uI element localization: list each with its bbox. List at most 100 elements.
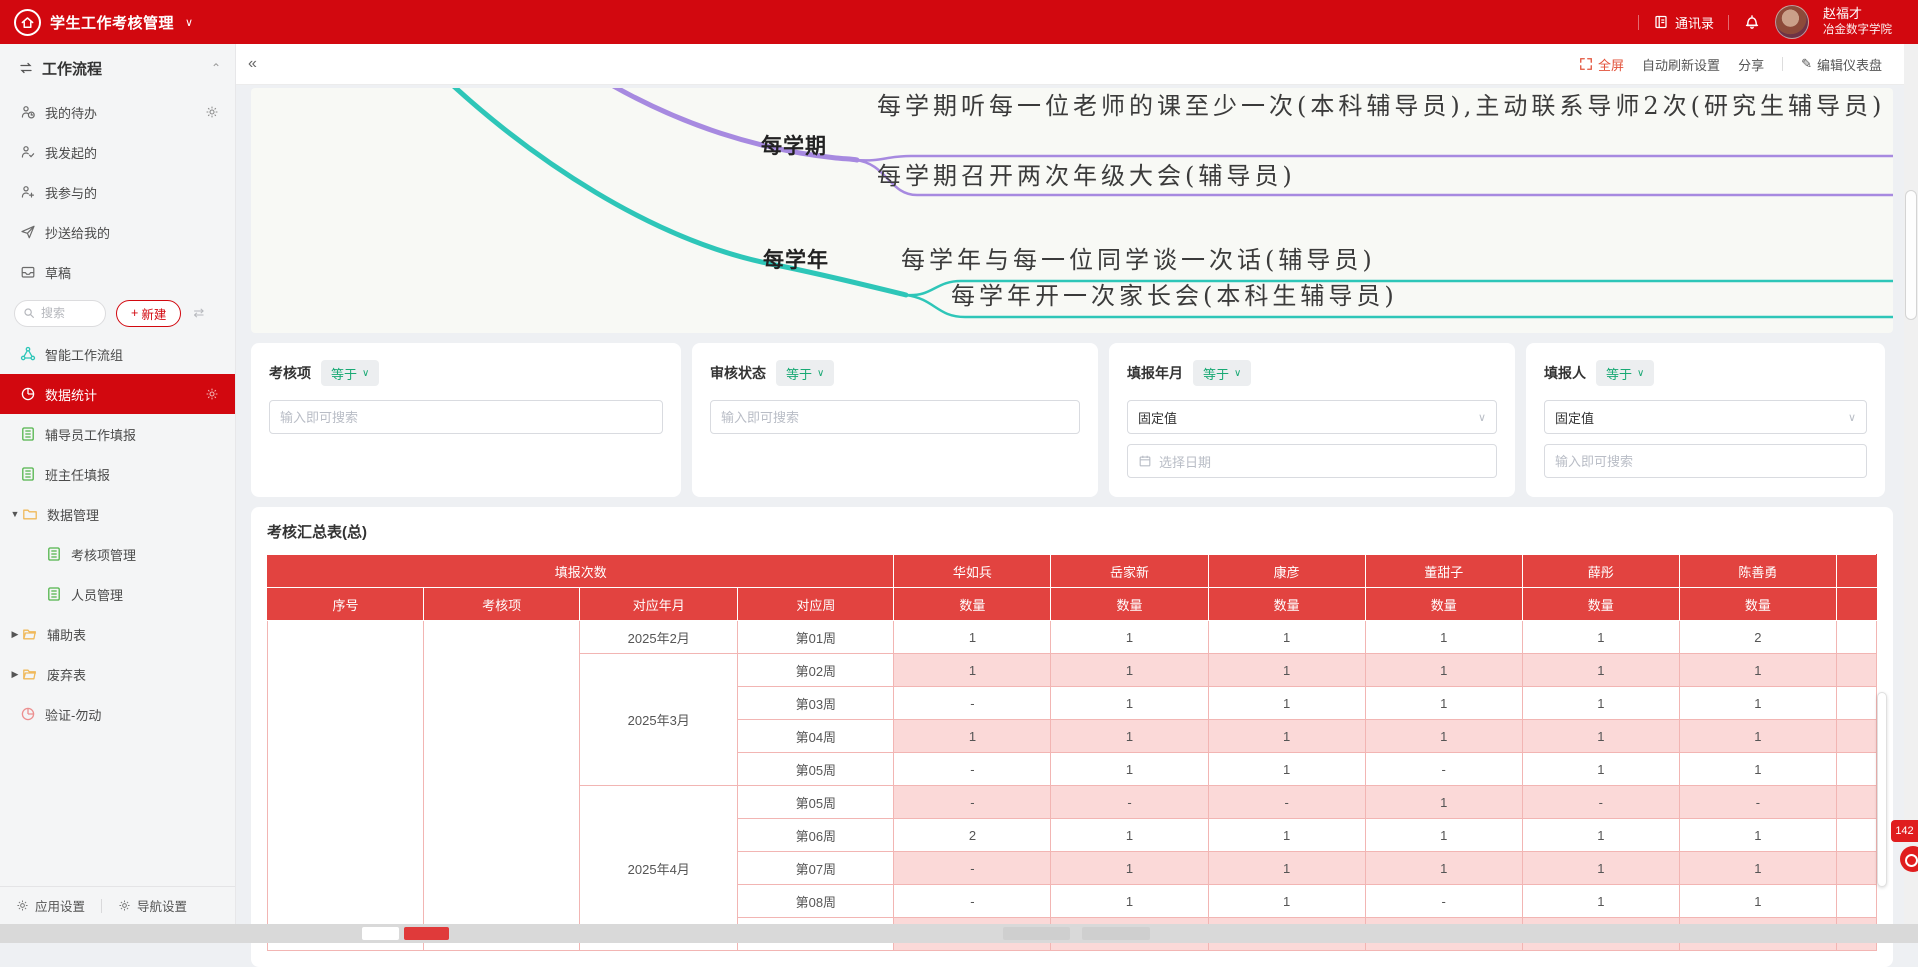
- bottom-scroll-strip[interactable]: [0, 924, 1918, 943]
- operator-dropdown[interactable]: 等于∨: [1193, 360, 1251, 386]
- qty-cell: 1: [1522, 621, 1679, 654]
- share-label: 分享: [1738, 55, 1764, 74]
- sidebar-item-cc-to-me[interactable]: 抄送给我的: [0, 212, 235, 252]
- mindmap-widget[interactable]: 每学期 每学年 每学期听每一位老师的课至少一次(本科辅导员),主动联系导师2次(…: [251, 88, 1893, 333]
- end-cell: [1836, 786, 1876, 819]
- sidebar-item-participated[interactable]: 我参与的: [0, 172, 235, 212]
- contacts-label: 通讯录: [1675, 13, 1714, 32]
- column-header-person: 董甜子: [1365, 555, 1522, 588]
- cutoff-button-red: [404, 927, 449, 940]
- sidebar-item-auxiliary-tables[interactable]: ▶ 辅助表: [0, 614, 235, 654]
- home-icon[interactable]: [14, 9, 41, 36]
- edit-dashboard-button[interactable]: ✎ 编辑仪表盘: [1801, 55, 1882, 74]
- qty-cell: -: [894, 753, 1051, 786]
- reporter-search-input[interactable]: [1544, 444, 1867, 478]
- sidebar-item-verification-do-not-touch[interactable]: 验证-勿动: [0, 694, 235, 734]
- cutoff-button-gray: [1082, 927, 1150, 940]
- date-placeholder: 选择日期: [1159, 452, 1211, 471]
- document-list-icon: [46, 546, 62, 562]
- qty-cell: 1: [1365, 621, 1522, 654]
- week-cell: 第08周: [738, 885, 894, 918]
- sidebar-item-data-statistics[interactable]: 数据统计: [0, 374, 235, 414]
- column-header-qty: 数量: [1051, 588, 1208, 621]
- sidebar-item-personnel-management[interactable]: 人员管理: [0, 574, 235, 614]
- sidebar-item-head-teacher-report[interactable]: 班主任填报: [0, 454, 235, 494]
- qty-cell: 1: [1522, 687, 1679, 720]
- end-cell: [1836, 852, 1876, 885]
- cutoff-button-white: [362, 927, 399, 940]
- chevron-down-icon: ∨: [1848, 411, 1856, 424]
- sidebar-item-label: 抄送给我的: [45, 223, 110, 242]
- column-header: 序号: [268, 588, 424, 621]
- qty-cell: 1: [1365, 654, 1522, 687]
- fullscreen-button[interactable]: 全屏: [1579, 55, 1624, 74]
- mindmap-leaf-text[interactable]: 每学期召开两次年级大会(辅导员): [877, 160, 1877, 193]
- nav-settings-button[interactable]: 导航设置: [102, 896, 203, 915]
- user-avatar[interactable]: [1775, 5, 1809, 39]
- qty-cell: 1: [1365, 720, 1522, 753]
- app-settings-button[interactable]: 应用设置: [0, 896, 101, 915]
- folder-icon: [22, 506, 38, 522]
- qty-cell: -: [1208, 786, 1365, 819]
- column-header-qty: 数量: [1679, 588, 1836, 621]
- notification-count-badge[interactable]: 142: [1891, 820, 1918, 842]
- workflow-swap-icon: [18, 60, 34, 76]
- week-cell: 第05周: [738, 786, 894, 819]
- app-title[interactable]: 学生工作考核管理: [50, 12, 174, 33]
- qty-cell: -: [894, 885, 1051, 918]
- week-cell: 第01周: [738, 621, 894, 654]
- mindmap-leaf-text[interactable]: 每学年开一次家长会(本科生辅导员): [951, 280, 1881, 313]
- column-header: 考核项: [424, 588, 580, 621]
- app-switcher-chevron-icon[interactable]: ∨: [185, 16, 193, 29]
- qty-cell: -: [1051, 786, 1208, 819]
- sidebar-item-smart-workflow-group[interactable]: 智能工作流组: [0, 334, 235, 374]
- sidebar-item-drafts[interactable]: 草稿: [0, 252, 235, 292]
- gear-icon[interactable]: [205, 387, 219, 401]
- qty-cell: 1: [1365, 852, 1522, 885]
- gear-icon[interactable]: [205, 105, 219, 119]
- mindmap-node-semester[interactable]: 每学期: [761, 130, 827, 160]
- sidebar-item-data-management[interactable]: ▼ 数据管理: [0, 494, 235, 534]
- column-header-empty: [1836, 588, 1876, 621]
- filter-label: 考核项: [269, 363, 311, 383]
- sidebar-item-deprecated-tables[interactable]: ▶ 废弃表: [0, 654, 235, 694]
- end-cell: [1836, 885, 1876, 918]
- sidebar-collapse-icon[interactable]: «: [236, 55, 269, 73]
- qty-cell: 1: [1208, 654, 1365, 687]
- qty-cell: -: [894, 852, 1051, 885]
- date-picker-input[interactable]: 选择日期: [1127, 444, 1497, 478]
- sidebar-item-initiated-by-me[interactable]: 我发起的: [0, 132, 235, 172]
- value-type-select[interactable]: 固定值∨: [1127, 400, 1497, 434]
- caret-right-icon[interactable]: ▶: [8, 629, 22, 640]
- operator-dropdown[interactable]: 等于∨: [1596, 360, 1654, 386]
- sort-toggle-icon[interactable]: ⇄: [193, 305, 204, 321]
- operator-dropdown[interactable]: 等于∨: [321, 360, 379, 386]
- filter-card-review-status: 审核状态 等于∨: [692, 343, 1098, 497]
- review-status-search-input[interactable]: [710, 400, 1080, 434]
- assessment-item-search-input[interactable]: [269, 400, 663, 434]
- value-type-select[interactable]: 固定值∨: [1544, 400, 1867, 434]
- mindmap-node-year[interactable]: 每学年: [763, 244, 829, 274]
- sidebar-item-assessment-item-management[interactable]: 考核项管理: [0, 534, 235, 574]
- contacts-button[interactable]: 通讯录: [1653, 13, 1714, 32]
- notification-bell-icon[interactable]: [1743, 13, 1761, 31]
- mindmap-leaf-text[interactable]: 每学期听每一位老师的课至少一次(本科辅导员),主动联系导师2次(研究生辅导员): [877, 90, 1889, 123]
- share-button[interactable]: 分享: [1738, 55, 1764, 74]
- mindmap-leaf-text[interactable]: 每学年与每一位同学谈一次话(辅导员): [901, 244, 1881, 277]
- column-header-empty: [1836, 555, 1876, 588]
- column-header: 对应周: [738, 588, 894, 621]
- page-scrollbar[interactable]: [1904, 44, 1918, 924]
- sidebar-item-my-todo[interactable]: 我的待办: [0, 92, 235, 132]
- auto-refresh-button[interactable]: 自动刷新设置: [1642, 55, 1720, 74]
- page-scrollbar-thumb[interactable]: [1905, 190, 1917, 320]
- caret-right-icon[interactable]: ▶: [8, 669, 22, 680]
- new-workflow-button[interactable]: +新建: [116, 300, 181, 327]
- caret-down-icon[interactable]: ▼: [8, 509, 22, 519]
- sidebar-item-counselor-report[interactable]: 辅导员工作填报: [0, 414, 235, 454]
- summary-table-card: 考核汇总表(总) 填报次数华如兵岳家新康彦董甜子薛彤陈善勇序号考核项对应年月对应…: [251, 507, 1893, 967]
- table-scrollbar-thumb[interactable]: [1877, 692, 1887, 887]
- operator-dropdown[interactable]: 等于∨: [776, 360, 834, 386]
- section-collapse-icon[interactable]: ⌃: [211, 61, 221, 75]
- chevron-down-icon: ∨: [1637, 368, 1644, 379]
- nav-settings-label: 导航设置: [137, 896, 187, 915]
